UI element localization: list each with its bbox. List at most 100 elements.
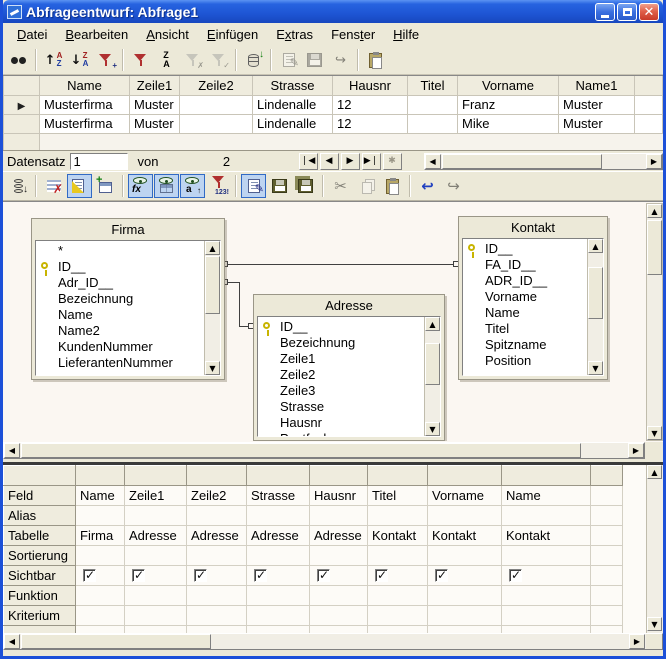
alias-button[interactable]: a↑ bbox=[180, 174, 205, 198]
cell[interactable] bbox=[502, 506, 591, 526]
cell[interactable]: Vorname bbox=[428, 486, 502, 506]
row-selector[interactable]: ▶ bbox=[4, 95, 40, 114]
menu-einfuegen[interactable]: Einfügen bbox=[199, 25, 266, 44]
cell[interactable] bbox=[125, 586, 187, 606]
cell[interactable] bbox=[591, 626, 623, 634]
field-item[interactable]: LieferantenNummer bbox=[36, 355, 204, 371]
cell[interactable] bbox=[368, 546, 428, 566]
field-item[interactable]: Adr_ID__ bbox=[36, 275, 204, 291]
cell[interactable] bbox=[591, 606, 623, 626]
scrollbar-thumb[interactable] bbox=[205, 256, 220, 314]
save-record-button[interactable] bbox=[302, 48, 327, 72]
cell[interactable] bbox=[368, 606, 428, 626]
scrollbar-thumb[interactable] bbox=[442, 154, 602, 169]
field-item[interactable]: Titel bbox=[463, 321, 587, 337]
clear-query-button[interactable]: ✗ bbox=[41, 174, 66, 198]
titlebar[interactable]: Abfrageentwurf: Abfrage1 ✕ bbox=[3, 0, 663, 23]
sichtbar-checkbox[interactable] bbox=[435, 569, 448, 582]
scroll-right-icon[interactable]: ▶ bbox=[646, 154, 662, 169]
scrollbar-thumb[interactable] bbox=[21, 634, 211, 649]
field-item[interactable]: Zeile2 bbox=[258, 367, 424, 383]
cell[interactable]: Titel bbox=[368, 486, 428, 506]
cell[interactable]: Musterfirma bbox=[40, 95, 130, 114]
cell[interactable]: 12 bbox=[333, 114, 408, 133]
column-header[interactable]: Zeile1 bbox=[130, 76, 180, 95]
cell[interactable] bbox=[591, 546, 623, 566]
cell[interactable]: Name bbox=[502, 486, 591, 506]
cell[interactable] bbox=[310, 546, 368, 566]
scroll-right-icon[interactable]: ▶ bbox=[628, 443, 644, 458]
previous-record-button[interactable]: ◀ bbox=[320, 153, 339, 170]
scroll-left-icon[interactable]: ◀ bbox=[4, 443, 20, 458]
scroll-up-icon[interactable]: ▲ bbox=[205, 241, 220, 255]
cell[interactable] bbox=[310, 606, 368, 626]
cell[interactable] bbox=[428, 586, 502, 606]
scroll-down-icon[interactable]: ▼ bbox=[205, 361, 220, 375]
save-button[interactable] bbox=[267, 174, 292, 198]
criteria-column-header[interactable] bbox=[502, 466, 591, 486]
pane-splitter[interactable] bbox=[3, 458, 663, 465]
edit-button[interactable]: ✎ bbox=[241, 174, 266, 198]
table-relation-canvas[interactable]: Firma * ID__ Adr_ID__ Bezeichnung Name N… bbox=[3, 202, 645, 441]
cell[interactable]: Franz bbox=[458, 95, 559, 114]
criteria-column-header[interactable] bbox=[247, 466, 310, 486]
field-list-scrollbar[interactable]: ▲ ▼ bbox=[204, 241, 220, 375]
cell[interactable]: Kontakt bbox=[368, 526, 428, 546]
cell[interactable]: Kontakt bbox=[502, 526, 591, 546]
scroll-down-icon[interactable]: ▼ bbox=[588, 361, 603, 375]
cell[interactable] bbox=[187, 606, 247, 626]
add-table-button[interactable]: + bbox=[93, 174, 118, 198]
cell[interactable] bbox=[502, 546, 591, 566]
edit-data-button[interactable]: ✎ bbox=[276, 48, 301, 72]
distinct-values-button[interactable]: 123! bbox=[206, 174, 231, 198]
scroll-left-icon[interactable]: ◀ bbox=[425, 154, 441, 169]
field-item[interactable]: Vorname bbox=[463, 289, 587, 305]
menu-hilfe[interactable]: Hilfe bbox=[385, 25, 427, 44]
criteria-horizontal-scrollbar[interactable]: ◀ ▶ bbox=[3, 633, 663, 650]
next-record-button[interactable]: ▶ bbox=[341, 153, 360, 170]
find-record-button[interactable] bbox=[6, 48, 31, 72]
cell[interactable] bbox=[591, 486, 623, 506]
field-list-scrollbar[interactable]: ▲ ▼ bbox=[587, 239, 603, 375]
result-horizontal-scrollbar[interactable]: ◀ ▶ bbox=[424, 153, 663, 170]
save-as-button[interactable] bbox=[293, 174, 318, 198]
field-item[interactable]: FA_ID__ bbox=[463, 257, 587, 273]
scroll-down-icon[interactable]: ▼ bbox=[647, 426, 662, 440]
cell[interactable] bbox=[125, 626, 187, 634]
cell[interactable] bbox=[591, 586, 623, 606]
row-selector[interactable] bbox=[4, 114, 40, 133]
autofilter-button[interactable]: + bbox=[93, 48, 118, 72]
cell[interactable]: Muster bbox=[130, 95, 180, 114]
corner-header-cell[interactable] bbox=[4, 76, 40, 95]
cell[interactable]: Zeile2 bbox=[187, 486, 247, 506]
cell[interactable] bbox=[502, 626, 591, 634]
table-title[interactable]: Adresse bbox=[254, 295, 444, 316]
cell[interactable]: Muster bbox=[559, 114, 635, 133]
cell[interactable] bbox=[428, 626, 502, 634]
sichtbar-checkbox[interactable] bbox=[194, 569, 207, 582]
redo-button[interactable]: ↪ bbox=[441, 174, 466, 198]
cell[interactable] bbox=[180, 95, 253, 114]
undo-button[interactable]: ↩ bbox=[415, 174, 440, 198]
undo-data-entry-button[interactable]: ↪ bbox=[328, 48, 353, 72]
criteria-column-header[interactable] bbox=[187, 466, 247, 486]
cell[interactable]: Adresse bbox=[125, 526, 187, 546]
sichtbar-checkbox[interactable] bbox=[509, 569, 522, 582]
maximize-button[interactable] bbox=[617, 3, 637, 21]
cell[interactable]: Adresse bbox=[187, 526, 247, 546]
cell[interactable] bbox=[502, 586, 591, 606]
table-title[interactable]: Firma bbox=[32, 219, 224, 240]
column-header[interactable]: Strasse bbox=[253, 76, 333, 95]
apply-filter-button[interactable]: ✓ bbox=[206, 48, 231, 72]
cell[interactable]: Muster bbox=[559, 95, 635, 114]
cell[interactable]: Muster bbox=[130, 114, 180, 133]
sichtbar-checkbox[interactable] bbox=[83, 569, 96, 582]
cell[interactable] bbox=[76, 586, 125, 606]
column-header[interactable]: Titel bbox=[408, 76, 458, 95]
cell[interactable]: Lindenalle bbox=[253, 114, 333, 133]
cell[interactable]: Hausnr bbox=[310, 486, 368, 506]
cell[interactable] bbox=[187, 586, 247, 606]
criteria-column-header[interactable] bbox=[428, 466, 502, 486]
menu-bearbeiten[interactable]: Bearbeiten bbox=[57, 25, 136, 44]
field-item[interactable]: Name bbox=[463, 305, 587, 321]
